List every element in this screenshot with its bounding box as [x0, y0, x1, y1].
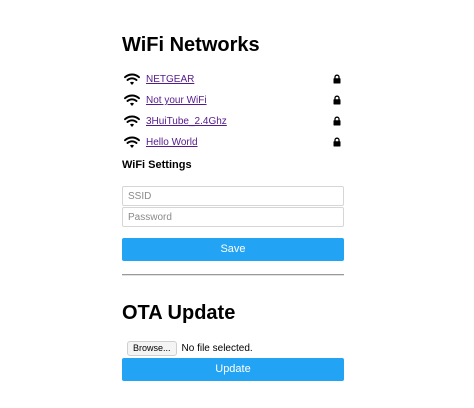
lock-icon: [333, 95, 341, 105]
network-item[interactable]: NETGEAR: [122, 69, 344, 90]
ota-update-title: OTA Update: [122, 302, 236, 324]
network-list: NETGEAR Not your WiFi 3HuiTube_2.4Ghz He…: [122, 69, 344, 153]
wifi-networks-title: WiFi Networks: [122, 34, 260, 56]
wifi-icon: [124, 115, 140, 128]
wifi-icon: [124, 73, 140, 86]
lock-icon: [333, 137, 341, 147]
file-status: No file selected.: [181, 342, 253, 354]
network-item[interactable]: Not your WiFi: [122, 90, 344, 111]
ssid-input[interactable]: [122, 186, 344, 206]
network-item[interactable]: Hello World: [122, 132, 344, 153]
wifi-icon: [124, 136, 140, 149]
file-picker: Browse... No file selected.: [127, 340, 253, 356]
lock-icon: [333, 74, 341, 84]
lock-icon: [333, 116, 341, 126]
wifi-settings-title: WiFi Settings: [122, 159, 192, 171]
password-input[interactable]: [122, 207, 344, 227]
network-link[interactable]: NETGEAR: [146, 74, 194, 85]
save-button[interactable]: Save: [122, 238, 344, 261]
section-divider: [122, 274, 344, 276]
page: WiFi Networks NETGEAR Not your WiFi 3Hui…: [0, 0, 474, 408]
browse-button[interactable]: Browse...: [127, 340, 177, 356]
update-button[interactable]: Update: [122, 358, 344, 381]
network-link[interactable]: 3HuiTube_2.4Ghz: [146, 116, 227, 127]
wifi-icon: [124, 94, 140, 107]
network-link[interactable]: Not your WiFi: [146, 95, 207, 106]
network-link[interactable]: Hello World: [146, 137, 198, 148]
network-item[interactable]: 3HuiTube_2.4Ghz: [122, 111, 344, 132]
